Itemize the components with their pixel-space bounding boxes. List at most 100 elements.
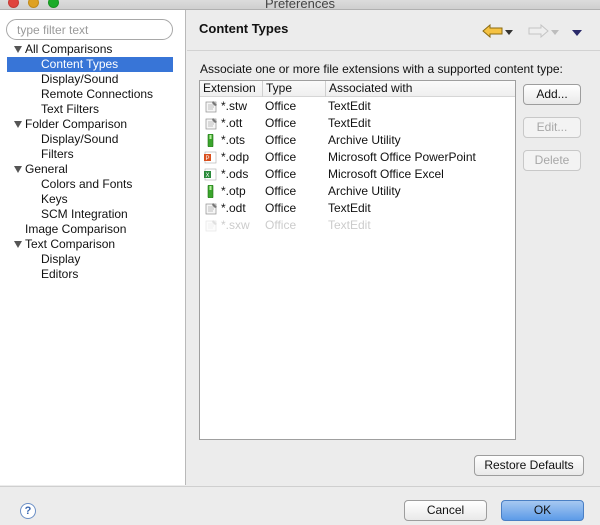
view-menu-icon[interactable]: [572, 30, 582, 36]
associated-app-cell: Microsoft Office Excel: [328, 167, 444, 181]
back-dropdown-icon[interactable]: [505, 30, 513, 35]
sidebar-item-label: Text Comparison: [25, 237, 116, 251]
sidebar-item-scm-integration[interactable]: SCM Integration: [0, 207, 186, 222]
table-row[interactable]: X *.ods Office Microsoft Office Excel: [200, 166, 515, 183]
sidebar-item-general[interactable]: General: [0, 162, 186, 177]
back-arrow-icon[interactable]: [482, 24, 504, 38]
sidebar-item-label: Folder Comparison: [25, 117, 128, 131]
ok-button[interactable]: OK: [501, 500, 584, 521]
expand-triangle-icon[interactable]: [14, 121, 22, 128]
title-bar: Preferences: [0, 0, 600, 10]
type-cell: Office: [265, 218, 297, 232]
type-cell: Office: [265, 167, 297, 181]
type-cell: Office: [265, 133, 297, 147]
restore-defaults-button[interactable]: Restore Defaults: [474, 455, 584, 476]
associated-app-cell: Archive Utility: [328, 184, 401, 198]
sidebar-item-keys[interactable]: Keys: [0, 192, 186, 207]
sidebar-item-label: Display/Sound: [41, 132, 119, 146]
sidebar-item-colors-and-fonts[interactable]: Colors and Fonts: [0, 177, 186, 192]
header-divider: [187, 50, 600, 51]
preferences-sidebar: All ComparisonsContent TypesDisplay/Soun…: [0, 10, 186, 485]
type-cell: Office: [265, 116, 297, 130]
column-header-associated-with[interactable]: Associated with: [326, 81, 515, 97]
forward-arrow-icon[interactable]: [527, 24, 549, 38]
table-row[interactable]: *.otp Office Archive Utility: [200, 183, 515, 200]
table-row[interactable]: *.sxw Office TextEdit: [200, 217, 515, 234]
expand-triangle-icon[interactable]: [14, 166, 22, 173]
extension-cell: *.sxw: [221, 218, 250, 232]
extension-cell: *.ods: [221, 167, 249, 181]
sidebar-item-label: Colors and Fonts: [41, 177, 133, 191]
table-row[interactable]: *.odt Office TextEdit: [200, 200, 515, 217]
type-cell: Office: [265, 150, 297, 164]
archive-icon: [207, 134, 214, 147]
type-cell: Office: [265, 201, 297, 215]
associated-app-cell: Microsoft Office PowerPoint: [328, 150, 476, 164]
sidebar-item-label: Keys: [41, 192, 68, 206]
table-row[interactable]: *.ots Office Archive Utility: [200, 132, 515, 149]
add-button[interactable]: Add...: [523, 84, 581, 105]
sidebar-item-label: Editors: [41, 267, 79, 281]
filter-input[interactable]: [6, 19, 173, 40]
sidebar-item-label: Display/Sound: [41, 72, 119, 86]
sidebar-item-label: Image Comparison: [25, 222, 127, 236]
table-header: Extension Type Associated with: [200, 81, 515, 97]
edit-button[interactable]: Edit...: [523, 117, 581, 138]
associated-app-cell: TextEdit: [328, 218, 371, 232]
sidebar-item-image-comparison[interactable]: Image Comparison: [0, 222, 186, 237]
table-row[interactable]: *.ott Office TextEdit: [200, 115, 515, 132]
type-cell: Office: [265, 184, 297, 198]
sidebar-item-all-comparisons[interactable]: All Comparisons: [0, 42, 186, 57]
sidebar-item-label: Text Filters: [41, 102, 100, 116]
textedit-icon: [205, 203, 217, 215]
extension-cell: *.ots: [221, 133, 246, 147]
svg-text:P: P: [206, 156, 210, 162]
extension-cell: *.stw: [221, 99, 248, 113]
textedit-icon: [205, 118, 217, 130]
sidebar-item-label: Remote Connections: [41, 87, 154, 101]
table-row[interactable]: *.stw Office TextEdit: [200, 98, 515, 115]
sidebar-item-display[interactable]: Display: [0, 252, 186, 267]
content-types-table[interactable]: Extension Type Associated with *.stw Offi…: [199, 80, 516, 440]
sidebar-item-label: All Comparisons: [25, 42, 113, 56]
cancel-button[interactable]: Cancel: [404, 500, 487, 521]
extension-cell: *.odp: [221, 150, 250, 164]
powerpoint-icon: P: [204, 151, 217, 164]
sidebar-item-display-sound[interactable]: Display/Sound: [0, 72, 186, 87]
sidebar-item-text-filters[interactable]: Text Filters: [0, 102, 186, 117]
table-row[interactable]: P *.odp Office Microsoft Office PowerPoint: [200, 149, 515, 166]
sidebar-item-filters[interactable]: Filters: [0, 147, 186, 162]
column-header-extension[interactable]: Extension: [200, 81, 263, 97]
sidebar-item-label: Filters: [41, 147, 74, 161]
page-title: Content Types: [199, 21, 289, 36]
textedit-icon: [205, 101, 217, 113]
sidebar-item-folder-comparison[interactable]: Folder Comparison: [0, 117, 186, 132]
excel-icon: X: [204, 168, 217, 181]
type-cell: Office: [265, 99, 297, 113]
textedit-icon: [205, 220, 217, 232]
associated-app-cell: TextEdit: [328, 201, 371, 215]
description-text: Associate one or more file extensions wi…: [200, 62, 563, 76]
sidebar-item-label: SCM Integration: [41, 207, 128, 221]
sidebar-item-content-types[interactable]: Content Types: [7, 57, 173, 72]
sidebar-item-remote-connections[interactable]: Remote Connections: [0, 87, 186, 102]
archive-icon: [207, 185, 214, 198]
window-title: Preferences: [264, 0, 336, 10]
help-icon[interactable]: ?: [20, 503, 36, 519]
sidebar-item-label: Display: [41, 252, 81, 266]
expand-triangle-icon[interactable]: [14, 46, 22, 53]
extension-cell: *.odt: [221, 201, 246, 215]
column-header-type[interactable]: Type: [263, 81, 326, 97]
extension-cell: *.ott: [221, 116, 243, 130]
sidebar-item-display-sound[interactable]: Display/Sound: [0, 132, 186, 147]
svg-text:X: X: [206, 173, 210, 179]
sidebar-item-text-comparison[interactable]: Text Comparison: [0, 237, 186, 252]
extension-cell: *.otp: [221, 184, 246, 198]
associated-app-cell: Archive Utility: [328, 133, 401, 147]
expand-triangle-icon[interactable]: [14, 241, 22, 248]
delete-button[interactable]: Delete: [523, 150, 581, 171]
sidebar-item-editors[interactable]: Editors: [0, 267, 186, 282]
associated-app-cell: TextEdit: [328, 99, 371, 113]
sidebar-item-label: General: [25, 162, 68, 176]
forward-dropdown-icon[interactable]: [551, 30, 559, 35]
